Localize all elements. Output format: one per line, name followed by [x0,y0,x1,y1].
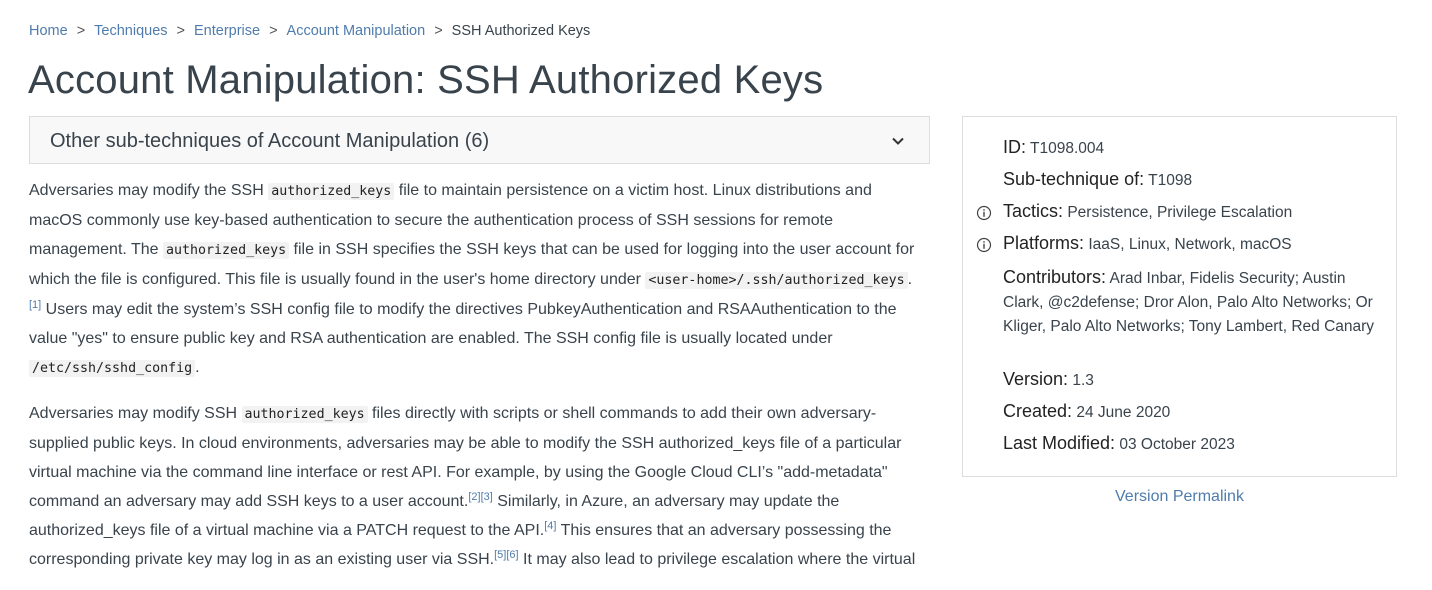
tactics-row: Tactics: Persistence, Privilege Escalati… [1003,201,1292,222]
last-modified-value: 03 October 2023 [1119,436,1235,453]
technique-description: Adversaries may modify the SSH authorize… [29,176,929,590]
breadcrumb-home-link[interactable]: Home [29,23,68,39]
text: Adversaries may modify SSH [29,405,242,422]
subtechnique-row: Sub-technique of: T1098 [1003,169,1192,190]
citation-link-4[interactable]: [4] [544,520,556,532]
breadcrumb-enterprise-link[interactable]: Enterprise [194,23,260,39]
citation-link-5[interactable]: [5] [494,549,506,561]
platforms-value: IaaS, Linux, Network, macOS [1088,236,1292,253]
citation-ref: [2][3] [468,491,492,503]
platforms-label: Platforms: [1003,233,1085,253]
page-title: Account Manipulation: SSH Authorized Key… [28,58,824,102]
sub-techniques-accordion[interactable]: Other sub-techniques of Account Manipula… [29,116,930,164]
version-label: Version: [1003,369,1069,389]
citation-link-3[interactable]: [3] [481,491,493,503]
breadcrumb-separator: > [76,23,86,39]
citation-ref: [1] [29,299,41,311]
tactics-label: Tactics: [1003,201,1064,221]
citation-link-1[interactable]: [1] [29,299,41,311]
breadcrumb: Home > Techniques > Enterprise > Account Manip… [29,23,590,39]
text: It may also lead to privilege escalation… [518,551,916,568]
citation-link-6[interactable]: [6] [506,549,518,561]
last-modified-label: Last Modified: [1003,433,1116,453]
last-modified-row: Last Modified: 03 October 2023 [1003,433,1235,454]
text: . [195,359,200,376]
parent-technique-link[interactable]: T1098 [1148,172,1192,189]
inline-code: authorized_keys [268,183,395,200]
breadcrumb-account-manipulation-link[interactable]: Account Manipulation [287,23,426,39]
id-value: T1098.004 [1030,140,1105,157]
version-value: 1.3 [1072,372,1094,389]
created-row: Created: 24 June 2020 [1003,401,1170,422]
platforms-row: Platforms: IaaS, Linux, Network, macOS [1003,233,1292,254]
id-row: ID: T1098.004 [1003,137,1104,158]
breadcrumb-separator: > [176,23,185,39]
citation-ref: [4] [544,520,556,532]
accordion-label: Other sub-techniques of Account Manipula… [50,130,490,152]
chevron-down-icon [892,137,904,145]
info-icon[interactable] [976,205,992,221]
tactic-privilege-escalation-link[interactable]: Privilege Escalation [1157,204,1292,221]
description-paragraph: Adversaries may modify the SSH authorize… [29,176,929,383]
breadcrumb-current: SSH Authorized Keys [451,23,591,39]
created-label: Created: [1003,401,1073,421]
citation-ref: [5][6] [494,549,518,561]
id-label: ID: [1003,137,1027,157]
contributors-row: Contributors: Arad Inbar, Fidelis Securi… [1003,265,1383,339]
subtechnique-label: Sub-technique of: [1003,169,1145,189]
version-permalink-link[interactable]: Version Permalink [1115,488,1244,506]
tactic-persistence-link[interactable]: Persistence [1067,204,1148,221]
inline-code: authorized_keys [241,406,368,423]
text: Users may edit the system’s SSH config f… [29,301,897,347]
breadcrumb-separator: > [434,23,443,39]
citation-link-2[interactable]: [2] [468,491,480,503]
created-value: 24 June 2020 [1076,404,1171,421]
inline-code: <user-home>/.ssh/authorized_keys [645,272,908,289]
breadcrumb-techniques-link[interactable]: Techniques [94,23,167,39]
description-paragraph: Adversaries may modify SSH authorized_ke… [29,399,929,574]
info-icon[interactable] [976,237,992,253]
contributors-label: Contributors: [1003,267,1107,287]
technique-info-card: ID: T1098.004 Sub-technique of: T1098 Ta… [962,116,1397,477]
text: Adversaries may modify the SSH [29,182,269,199]
inline-code: authorized_keys [163,242,290,259]
inline-code: /etc/ssh/sshd_config [29,360,196,377]
version-row: Version: 1.3 [1003,369,1094,390]
tactic-separator: , [1148,204,1153,221]
breadcrumb-separator: > [269,23,278,39]
text: . [907,271,913,288]
